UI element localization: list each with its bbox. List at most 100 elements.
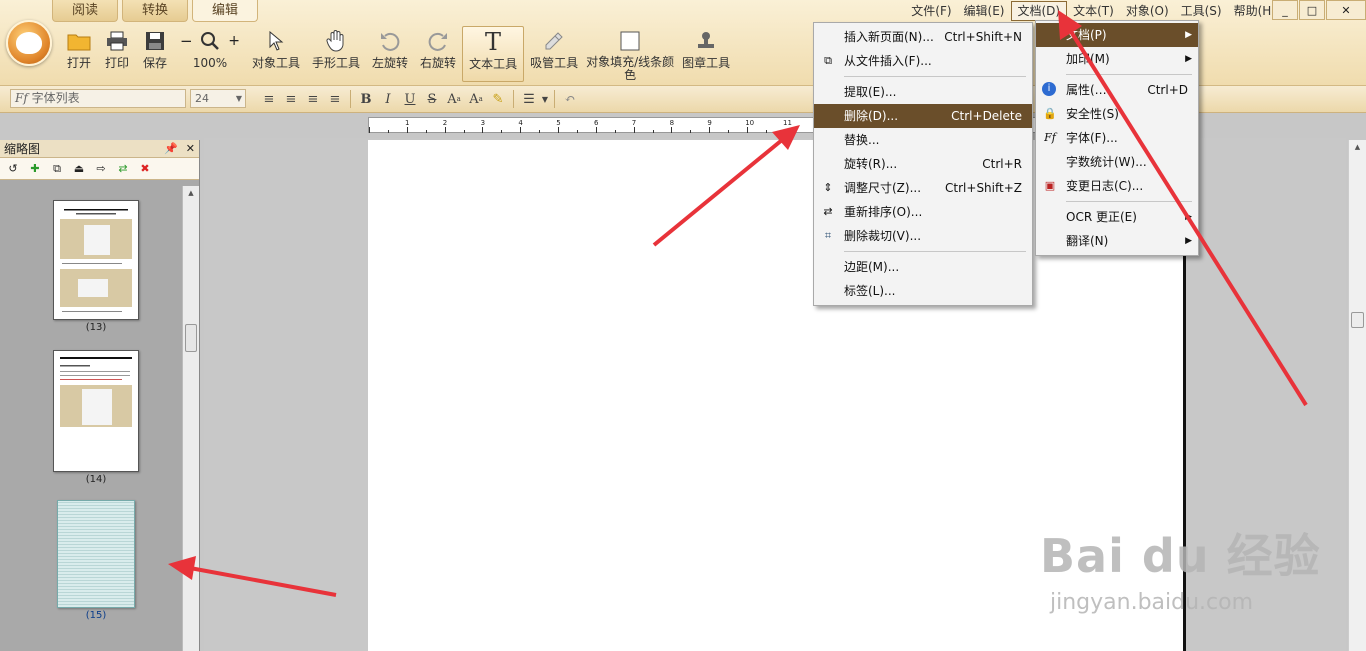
thumbnail-list: (13) (14) (15) [0, 180, 182, 651]
rotate-right-button[interactable]: 右旋转 [414, 26, 462, 82]
menu-stamp[interactable]: 加印(M) ▶ [1036, 47, 1198, 71]
zoom-out-icon[interactable]: − [180, 32, 193, 50]
object-tool-button[interactable]: 对象工具 [246, 26, 306, 82]
separator [844, 251, 1026, 252]
menu-fonts[interactable]: Ff 字体(F)... [1036, 126, 1198, 150]
chevron-down-icon[interactable]: ▼ [540, 90, 550, 108]
chevron-right-icon: ▶ [1185, 236, 1192, 246]
align-left-icon[interactable]: ≡ [258, 90, 280, 108]
close-button[interactable]: ✕ [1326, 0, 1366, 20]
menu-tools[interactable]: 工具(S) [1175, 1, 1228, 21]
align-center-icon[interactable]: ≡ [280, 90, 302, 108]
eyedropper-button[interactable]: 吸管工具 [524, 26, 584, 82]
ruler-tick [690, 130, 692, 133]
menu-security[interactable]: 🔒 安全性(S) [1036, 102, 1198, 126]
document-scrollbar[interactable]: ▲ [1348, 140, 1366, 651]
close-icon[interactable]: ✕ [186, 140, 195, 158]
save-button[interactable]: 保存 [136, 26, 174, 82]
replace-page-icon[interactable]: ⇄ [114, 161, 132, 177]
scroll-thumb[interactable] [185, 324, 197, 352]
pin-icon[interactable]: 📌 [164, 140, 178, 158]
menu-ocr-correction[interactable]: OCR 更正(E) ▶ [1036, 205, 1198, 229]
rotate-page-icon[interactable]: ↺ [4, 161, 22, 177]
chevron-right-icon: ▶ [1185, 54, 1192, 64]
minimize-button[interactable]: _ [1272, 0, 1298, 20]
rotate-left-button[interactable]: 左旋转 [366, 26, 414, 82]
extract-page-icon[interactable]: ⏏ [70, 161, 88, 177]
menu-delete[interactable]: 删除(D)... Ctrl+Delete [814, 104, 1032, 128]
thumbnail-page-15[interactable] [57, 500, 135, 608]
panel-title: 缩略图 [4, 142, 41, 156]
fill-color-icon [617, 28, 643, 53]
print-button[interactable]: 打印 [98, 26, 136, 82]
fill-color-button[interactable]: 对象填充/线条颜色 [584, 26, 676, 82]
bold-icon[interactable]: B [355, 90, 377, 108]
menu-remove-crop[interactable]: ⌗ 删除裁切(V)... [814, 224, 1032, 248]
menu-object[interactable]: 对象(O) [1120, 1, 1175, 21]
scroll-thumb[interactable] [1351, 312, 1364, 328]
app-logo[interactable] [6, 20, 52, 66]
italic-icon[interactable]: I [377, 90, 399, 108]
menu-edit[interactable]: 编辑(E) [958, 1, 1011, 21]
tab-convert[interactable]: 转换 [122, 0, 188, 22]
underline-icon[interactable]: U [399, 90, 421, 108]
menu-document-pages[interactable]: 文档(P) ▶ [1036, 23, 1198, 47]
strikethrough-icon[interactable]: S [421, 90, 443, 108]
ruler-tick [520, 127, 522, 133]
tab-read[interactable]: 阅读 [52, 0, 118, 22]
menu-document[interactable]: 文档(D) [1010, 1, 1068, 21]
menu-properties[interactable]: i 属性(… Ctrl+D [1036, 78, 1198, 102]
menu-translate[interactable]: 翻译(N) ▶ [1036, 229, 1198, 253]
hand-tool-button[interactable]: 手形工具 [306, 26, 366, 82]
line-spacing-icon[interactable]: ☰ [518, 90, 540, 108]
insert-page-icon[interactable]: ⧉ [48, 161, 66, 177]
menu-insert-new-page[interactable]: 插入新页面(N)... Ctrl+Shift+N [814, 25, 1032, 49]
ruler-tick [709, 127, 711, 133]
delete-page-icon[interactable]: ✖ [136, 161, 154, 177]
menu-resize[interactable]: ⇕ 调整尺寸(Z)... Ctrl+Shift+Z [814, 176, 1032, 200]
font-icon: Ff [15, 91, 32, 105]
menu-file[interactable]: 文件(F) [905, 1, 957, 21]
font-family-select[interactable]: Ff 字体列表 [10, 89, 186, 108]
panel-toolbar: ↺ ✚ ⧉ ⏏ ⇨ ⇄ ✖ [0, 158, 199, 180]
thumbnail-page-13[interactable] [53, 200, 139, 320]
tab-edit[interactable]: 编辑 [192, 0, 258, 22]
menu-word-count[interactable]: 字数统计(W)... [1036, 150, 1198, 174]
zoom-in-icon[interactable]: + [228, 33, 240, 49]
menu-replace[interactable]: 替换... [814, 128, 1032, 152]
zoom-control[interactable]: − + 100% [174, 26, 246, 82]
ruler-tick [406, 127, 408, 133]
align-justify-icon[interactable]: ≡ [324, 90, 346, 108]
undo-icon[interactable]: ↶ [559, 90, 581, 108]
text-tool-icon: T [485, 28, 502, 56]
ruler-number: 7 [631, 119, 637, 127]
menu-labels[interactable]: 标签(L)... [814, 279, 1032, 303]
maximize-button[interactable]: □ [1299, 0, 1325, 20]
export-page-icon[interactable]: ⇨ [92, 161, 110, 177]
separator [513, 90, 514, 108]
open-button[interactable]: 打开 [60, 26, 98, 82]
thumbnail-scrollbar[interactable]: ▲ [182, 186, 199, 651]
text-tool-button[interactable]: T 文本工具 [462, 26, 525, 82]
menu-reorder[interactable]: ⇄ 重新排序(O)... [814, 200, 1032, 224]
page-submenu: 插入新页面(N)... Ctrl+Shift+N ⧉ 从文件插入(F)... 提取(… [813, 22, 1033, 306]
menu-insert-from-file[interactable]: ⧉ 从文件插入(F)... [814, 49, 1032, 73]
menu-text[interactable]: 文本(T) [1067, 1, 1120, 21]
menu-extract[interactable]: 提取(E)... [814, 80, 1032, 104]
format-buttons: ≡ ≡ ≡ ≡ B I U S Aa Aa ✎ ☰ ▼ ↶ [258, 90, 581, 108]
stamp-tool-button[interactable]: 图章工具 [676, 26, 736, 82]
superscript-icon[interactable]: Aa [443, 90, 465, 108]
font-size-select[interactable]: 24 ▼ [190, 89, 246, 108]
scroll-up-icon[interactable]: ▲ [1349, 140, 1366, 154]
ruler-tick [539, 130, 541, 133]
add-page-icon[interactable]: ✚ [26, 161, 44, 177]
subscript-icon[interactable]: Aa [465, 90, 487, 108]
menu-margins[interactable]: 边距(M)... [814, 255, 1032, 279]
thumbnail-page-14[interactable] [53, 350, 139, 472]
menu-change-log[interactable]: ▣ 变更日志(C)... [1036, 174, 1198, 198]
align-right-icon[interactable]: ≡ [302, 90, 324, 108]
menu-rotate[interactable]: 旋转(R)... Ctrl+R [814, 152, 1032, 176]
highlighter-icon[interactable]: ✎ [487, 90, 509, 108]
scroll-up-icon[interactable]: ▲ [183, 186, 199, 200]
reorder-icon: ⇄ [823, 205, 833, 218]
